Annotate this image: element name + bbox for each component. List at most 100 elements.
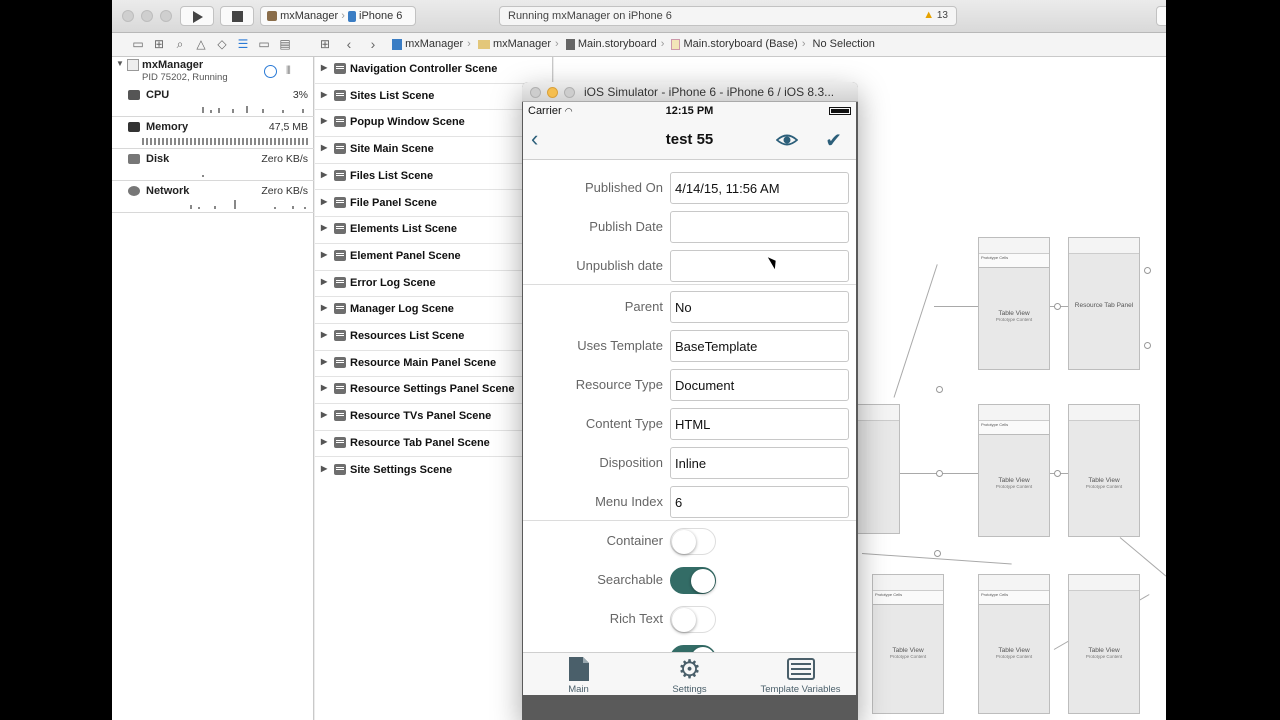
scene-thumbnail[interactable] bbox=[854, 404, 900, 534]
disclosure-triangle-icon[interactable]: ▶ bbox=[321, 223, 327, 232]
scene-row[interactable]: ▶ Files List Scene bbox=[315, 164, 553, 191]
parent-field[interactable]: No bbox=[670, 291, 849, 323]
jump-item[interactable]: Main.storyboard bbox=[578, 38, 657, 50]
related-items-icon[interactable]: ⊞ bbox=[318, 37, 332, 51]
scene-row[interactable]: ▶ Resource TVs Panel Scene bbox=[315, 404, 553, 431]
issue-icon[interactable]: △ bbox=[194, 37, 208, 51]
disclosure-triangle-icon[interactable]: ▶ bbox=[321, 437, 327, 446]
tab-settings[interactable]: ⚙ Settings bbox=[634, 656, 745, 695]
scene-thumbnail[interactable]: Prototype Cells Table View Prototype Cont… bbox=[978, 404, 1050, 537]
scene-thumbnail[interactable]: Table View Prototype Content bbox=[1068, 404, 1140, 537]
process-row[interactable]: ▼ mxManager PID 75202, Running ⦀ bbox=[116, 59, 291, 83]
run-button[interactable] bbox=[180, 6, 214, 26]
disclosure-triangle-icon[interactable]: ▶ bbox=[321, 383, 327, 392]
folder-icon[interactable]: ▭ bbox=[131, 37, 145, 51]
disclosure-triangle-icon[interactable]: ▶ bbox=[321, 330, 327, 339]
partial-toggle[interactable] bbox=[670, 645, 716, 652]
disclosure-triangle-icon[interactable]: ▶ bbox=[321, 277, 327, 286]
test-icon[interactable]: ◇ bbox=[215, 37, 229, 51]
preview-eye-icon[interactable] bbox=[775, 130, 799, 150]
network-gauge[interactable]: Network Zero KB/s bbox=[112, 181, 314, 213]
resource-type-field[interactable]: Document bbox=[670, 369, 849, 401]
container-toggle[interactable] bbox=[670, 528, 716, 555]
gauge-icon[interactable] bbox=[264, 65, 277, 78]
jump-item[interactable]: mxManager bbox=[405, 38, 463, 50]
threads-icon[interactable]: ⦀ bbox=[286, 65, 291, 78]
scene-row[interactable]: ▶ Error Log Scene bbox=[315, 271, 553, 298]
scene-row[interactable]: ▶ Resource Tab Panel Scene bbox=[315, 431, 553, 458]
rich-text-toggle[interactable] bbox=[670, 606, 716, 633]
hierarchy-icon[interactable]: ⊞ bbox=[152, 37, 166, 51]
scene-row[interactable]: ▶ Manager Log Scene bbox=[315, 297, 553, 324]
segue-icon[interactable] bbox=[1054, 470, 1061, 477]
disclosure-triangle-icon[interactable]: ▶ bbox=[321, 303, 327, 312]
disclosure-triangle-icon[interactable]: ▶ bbox=[321, 90, 327, 99]
scene-row[interactable]: ▶ File Panel Scene bbox=[315, 191, 553, 218]
disclosure-triangle-icon[interactable]: ▶ bbox=[321, 116, 327, 125]
scheme-selector[interactable]: mxManager › iPhone 6 bbox=[260, 6, 416, 26]
tab-template-variables[interactable]: Template Variables bbox=[745, 656, 856, 695]
memory-gauge[interactable]: Memory 47,5 MB bbox=[112, 117, 314, 149]
segue-icon[interactable] bbox=[1144, 267, 1151, 274]
search-icon[interactable]: ⌕ bbox=[173, 37, 187, 51]
scene-row[interactable]: ▶ Sites List Scene bbox=[315, 84, 553, 111]
stop-button[interactable] bbox=[220, 6, 254, 26]
scene-row[interactable]: ▶ Resource Main Panel Scene bbox=[315, 351, 553, 378]
breakpoint-icon[interactable]: ▭ bbox=[257, 37, 271, 51]
scene-thumbnail[interactable]: Prototype Cells Table View Prototype Cont… bbox=[978, 574, 1050, 714]
debug-navigator-icon[interactable]: ☰ bbox=[236, 37, 250, 51]
tab-main[interactable]: Main bbox=[523, 656, 634, 695]
cpu-gauge[interactable]: CPU 3% bbox=[112, 85, 314, 117]
disclosure-triangle-icon[interactable]: ▶ bbox=[321, 464, 327, 473]
segue-icon[interactable] bbox=[1144, 342, 1151, 349]
disclosure-triangle-icon[interactable]: ▶ bbox=[321, 170, 327, 179]
disclosure-triangle-icon[interactable]: ▶ bbox=[321, 143, 327, 152]
unpublish-date-field[interactable] bbox=[670, 250, 849, 282]
disk-gauge[interactable]: Disk Zero KB/s bbox=[112, 149, 314, 181]
segue-icon[interactable] bbox=[936, 470, 943, 477]
scene-row[interactable]: ▶ Resources List Scene bbox=[315, 324, 553, 351]
jump-item[interactable]: mxManager bbox=[493, 38, 551, 50]
jump-item[interactable]: No Selection bbox=[813, 38, 875, 50]
zoom-window-button[interactable] bbox=[564, 87, 575, 98]
scene-thumbnail[interactable]: Table View Prototype Content bbox=[1068, 574, 1140, 714]
save-checkmark-icon[interactable]: ✔ bbox=[825, 128, 842, 153]
scene-row[interactable]: ▶ Elements List Scene bbox=[315, 217, 553, 244]
scene-thumbnail[interactable]: Prototype Cells Table View Prototype Cont… bbox=[978, 237, 1050, 370]
close-window-button[interactable] bbox=[530, 87, 541, 98]
scene-row[interactable]: ▶ Site Main Scene bbox=[315, 137, 553, 164]
uses-template-field[interactable]: BaseTemplate bbox=[670, 330, 849, 362]
segue-icon[interactable] bbox=[936, 386, 943, 393]
scene-thumbnail[interactable]: Prototype Cells Table View Prototype Cont… bbox=[872, 574, 944, 714]
forward-arrow-icon[interactable]: › bbox=[366, 37, 380, 51]
segue-icon[interactable] bbox=[1054, 303, 1061, 310]
disposition-field[interactable]: Inline bbox=[670, 447, 849, 479]
minimize-window-button[interactable] bbox=[547, 87, 558, 98]
disclosure-triangle-icon[interactable]: ▶ bbox=[321, 250, 327, 259]
jump-bar[interactable]: mxManager › mxManager › Main.storyboard › M… bbox=[392, 38, 875, 50]
scene-row[interactable]: ▶ Resource Settings Panel Scene bbox=[315, 377, 553, 405]
scene-row[interactable]: ▶ Element Panel Scene bbox=[315, 244, 553, 271]
scene-row[interactable]: ▶ Popup Window Scene bbox=[315, 110, 553, 138]
back-arrow-icon[interactable]: ‹ bbox=[342, 37, 356, 51]
disclosure-triangle-icon[interactable]: ▶ bbox=[321, 63, 327, 72]
scene-row[interactable]: ▶ Site Settings Scene bbox=[315, 458, 553, 485]
editor-toggle-button[interactable] bbox=[1156, 6, 1166, 26]
jump-item[interactable]: Main.storyboard (Base) bbox=[683, 38, 797, 50]
disclosure-triangle-icon[interactable]: ▶ bbox=[321, 197, 327, 206]
minimize-window-button[interactable] bbox=[141, 10, 153, 22]
disclosure-triangle-icon[interactable]: ▶ bbox=[321, 410, 327, 419]
published-on-field[interactable]: 4/14/15, 11:56 AM bbox=[670, 172, 849, 204]
searchable-toggle[interactable] bbox=[670, 567, 716, 594]
report-icon[interactable]: ▤ bbox=[278, 37, 292, 51]
zoom-window-button[interactable] bbox=[160, 10, 172, 22]
disclosure-triangle-icon[interactable]: ▶ bbox=[321, 357, 327, 366]
close-window-button[interactable] bbox=[122, 10, 134, 22]
scene-row[interactable]: ▶ Navigation Controller Scene bbox=[315, 57, 553, 84]
segue-icon[interactable] bbox=[934, 550, 941, 557]
scene-thumbnail[interactable]: Resource Tab Panel bbox=[1068, 237, 1140, 370]
content-type-field[interactable]: HTML bbox=[670, 408, 849, 440]
menu-index-field[interactable]: 6 bbox=[670, 486, 849, 518]
publish-date-field[interactable] bbox=[670, 211, 849, 243]
warning-indicator[interactable]: ▲ 13 bbox=[923, 9, 948, 21]
